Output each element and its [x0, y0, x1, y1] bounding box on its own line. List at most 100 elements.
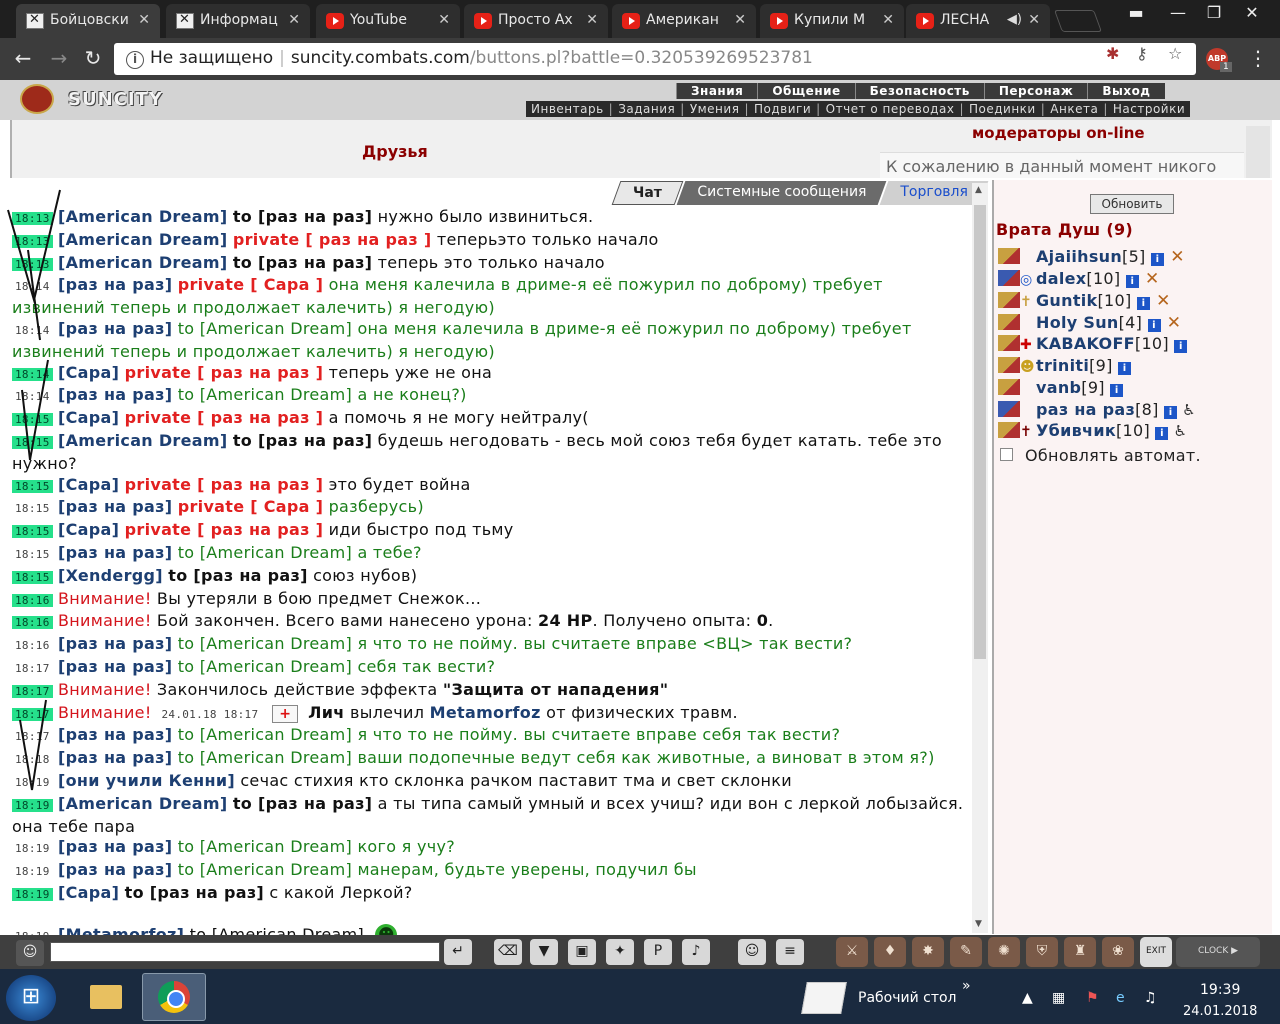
message-timestamp[interactable]: 18:13 — [12, 257, 53, 271]
menu-item[interactable]: Выход — [1087, 83, 1164, 99]
in-battle-icon[interactable]: ✕ — [1161, 313, 1182, 333]
minimize-window-button[interactable]: — — [1160, 2, 1196, 26]
submenu-item[interactable]: Задания — [613, 101, 680, 117]
tab-system-messages[interactable]: Системные сообщения — [676, 181, 887, 205]
browser-tab[interactable]: Информац ✕ — [166, 4, 310, 38]
close-tab-icon[interactable]: ✕ — [586, 12, 598, 28]
address-bar[interactable]: i Не защищено | suncity.combats.com/buttons… — [114, 43, 1196, 75]
alignment-icon[interactable] — [998, 422, 1020, 438]
chat-scrollbar[interactable]: ▲ ▼ — [972, 183, 988, 933]
blocked-plugin-icon[interactable]: ✱ — [1106, 44, 1119, 63]
player-nick[interactable]: [American Dream] — [58, 431, 227, 450]
message-timestamp[interactable]: 18:15 — [12, 502, 53, 515]
scroll-up-icon[interactable]: ▲ — [975, 185, 982, 195]
submenu-item[interactable]: Умения — [685, 101, 745, 117]
info-icon[interactable]: i — [126, 51, 144, 69]
close-window-button[interactable]: ✕ — [1234, 2, 1270, 26]
to-target[interactable]: to [раз на раз] — [233, 207, 372, 226]
close-tab-icon[interactable]: ✕ — [882, 12, 894, 28]
send-message-button[interactable]: ↵ — [444, 939, 472, 965]
player-nick[interactable]: [Сара] — [58, 520, 119, 539]
explorer-taskbar-icon[interactable] — [74, 973, 138, 1021]
message-timestamp[interactable]: 18:14 — [12, 367, 53, 381]
player-name[interactable]: dalex — [1036, 269, 1086, 288]
player-name[interactable]: Holy Sun — [1036, 313, 1119, 332]
clock-time[interactable]: 19:39 — [1200, 982, 1240, 998]
player-name[interactable]: Убивчик — [1036, 421, 1116, 440]
clock-date[interactable]: 24.01.2018 — [1183, 1004, 1257, 1019]
private-list-button[interactable]: P — [644, 939, 672, 965]
tab-chat[interactable]: Чат — [611, 181, 684, 205]
player-nick[interactable]: [American Dream] — [58, 230, 227, 249]
browser-tab[interactable]: Просто Ах ✕ — [464, 4, 608, 38]
message-timestamp[interactable]: 18:16 — [12, 616, 53, 630]
player-nick[interactable]: [American Dream] — [58, 794, 227, 813]
player-nick[interactable]: [раз на раз] — [58, 860, 172, 879]
private-target[interactable]: private [ раз на раз ] — [125, 475, 324, 494]
submenu-item[interactable]: Отчет о переводах — [821, 101, 960, 117]
close-tab-icon[interactable]: ✕ — [288, 12, 300, 28]
message-timestamp[interactable]: 18:14 — [12, 324, 53, 337]
player-nick[interactable]: [Сара] — [58, 883, 119, 902]
message-timestamp[interactable]: 18:15 — [12, 435, 53, 449]
message-timestamp[interactable]: 18:19 — [12, 887, 53, 901]
player-nick[interactable]: [раз на раз] — [58, 634, 172, 653]
key-icon[interactable]: ⚷ — [1136, 44, 1148, 63]
player-info-icon[interactable]: i — [1155, 427, 1169, 440]
to-target[interactable]: to [раз на раз] — [233, 431, 372, 450]
menu-item[interactable]: Общение — [757, 83, 854, 99]
chrome-taskbar-icon[interactable] — [142, 973, 206, 1021]
player-nick[interactable]: [Сара] — [58, 408, 119, 427]
message-timestamp[interactable]: 18:19 — [12, 798, 53, 812]
scroll-icon[interactable]: ✎ — [950, 937, 982, 967]
player-row[interactable]: ☻triniti[9] i — [998, 356, 1132, 378]
scroll-down-icon[interactable]: ▼ — [975, 919, 982, 929]
player-name[interactable]: triniti — [1036, 356, 1089, 375]
close-tab-icon[interactable]: ✕ — [1028, 12, 1040, 28]
player-nick[interactable]: [Metamorfoz] — [58, 925, 184, 935]
flag-icon[interactable]: ⚑ — [1086, 990, 1099, 1006]
filter-button[interactable]: ▼ — [530, 939, 558, 965]
reload-button[interactable]: ↻ — [80, 46, 106, 72]
player-row[interactable]: Holy Sun[4] i ✕ — [998, 313, 1181, 335]
in-battle-icon[interactable]: ✕ — [1139, 269, 1160, 289]
player-info-icon[interactable]: i — [1151, 253, 1164, 266]
to-target[interactable]: to [раз на раз] — [168, 566, 307, 585]
private-target[interactable]: private [ Сара ] — [178, 275, 323, 294]
clear-chat-button[interactable]: ⌫ — [494, 939, 522, 965]
message-timestamp[interactable]: 18:15 — [12, 570, 53, 584]
submenu-item[interactable]: Подвиги — [749, 101, 816, 117]
browser-tab[interactable]: ЛЕСНА ◀) ✕ — [906, 4, 1050, 38]
back-button[interactable]: ← — [10, 46, 36, 72]
message-timestamp[interactable]: 18:16 — [12, 593, 53, 607]
alignment-icon[interactable] — [998, 314, 1020, 330]
auto-refresh-option[interactable]: Обновлять автомат. — [1000, 446, 1201, 465]
message-timestamp[interactable]: 18:18 — [12, 753, 53, 766]
audio-playing-icon[interactable]: ◀) — [1007, 12, 1022, 27]
browser-menu-icon[interactable]: ⋮ — [1248, 46, 1268, 70]
player-name[interactable]: vanb — [1036, 378, 1081, 397]
player-nick[interactable]: [Xendergg] — [58, 566, 163, 585]
refresh-button[interactable]: Обновить — [1090, 194, 1174, 214]
alignment-icon[interactable] — [998, 292, 1020, 308]
e-app-icon[interactable]: e — [1116, 990, 1125, 1006]
message-timestamp[interactable]: 18:19 — [12, 865, 53, 878]
player-nick[interactable]: [Сара] — [58, 475, 119, 494]
desktop-toolbar-icon[interactable] — [801, 982, 847, 1014]
player-nick[interactable]: [раз на раз] — [58, 543, 172, 562]
player-nick[interactable]: [раз на раз] — [58, 748, 172, 767]
browser-tab[interactable]: Американ ✕ — [612, 4, 756, 38]
chat-scroll-thumb[interactable] — [974, 205, 986, 659]
player-row[interactable]: ◎ dalex[10] i ✕ — [998, 269, 1160, 291]
player-info-icon[interactable]: i — [1147, 319, 1161, 332]
player-nick[interactable]: [раз на раз] — [58, 385, 172, 404]
message-timestamp[interactable]: 18:15 — [12, 525, 53, 539]
browser-tab[interactable]: Бойцовский ✕ — [16, 4, 160, 38]
alignment-icon[interactable] — [998, 357, 1020, 373]
message-timestamp[interactable]: 18:14 — [12, 390, 53, 403]
bookmark-star-icon[interactable]: ☆ — [1168, 44, 1182, 63]
inventory-bag-icon[interactable]: ♦ — [874, 937, 906, 967]
user-profile-icon[interactable]: ▬ — [1118, 2, 1154, 26]
alignment-icon[interactable] — [998, 335, 1020, 351]
menu-item[interactable]: Персонаж — [983, 83, 1087, 99]
